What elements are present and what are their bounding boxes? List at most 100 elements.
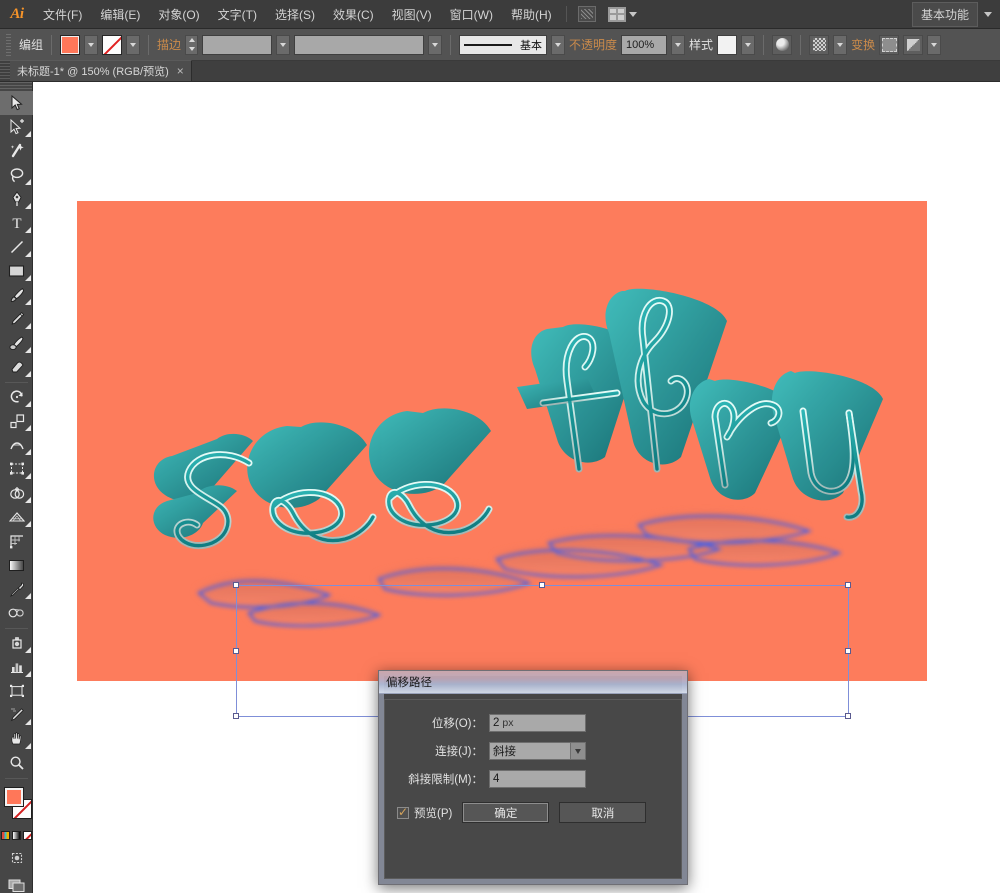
- stroke-profile-field[interactable]: [294, 34, 425, 55]
- fill-color-swatch[interactable]: [60, 34, 81, 55]
- mask-chevron-down-icon[interactable]: [833, 34, 848, 55]
- menu-help[interactable]: 帮助(H): [502, 0, 561, 29]
- stroke-weight-stepper[interactable]: [185, 34, 199, 55]
- offset-path-dialog[interactable]: 偏移路径 位移(O)： 2 px 连接(J)： 斜接 斜接限制(M)： 4 ✓ …: [378, 670, 688, 885]
- arrange-objects-icon[interactable]: [903, 34, 924, 55]
- transform-label[interactable]: 变换: [851, 36, 875, 53]
- stroke-weight-label[interactable]: 描边: [157, 36, 181, 53]
- menu-select[interactable]: 选择(S): [266, 0, 324, 29]
- selection-handle[interactable]: [233, 713, 239, 719]
- app-logo-icon: Ai: [10, 5, 24, 22]
- color-icon[interactable]: [0, 831, 10, 840]
- gradient-tool[interactable]: [0, 553, 33, 577]
- bridge-icon[interactable]: [577, 6, 596, 22]
- opacity-label[interactable]: 不透明度: [569, 36, 617, 53]
- rectangle-tool[interactable]: [0, 259, 33, 283]
- eyedropper-tool[interactable]: [0, 577, 33, 601]
- drawing-mode-button[interactable]: [0, 846, 33, 870]
- slice-tool[interactable]: [0, 703, 33, 727]
- style-chevron-down-icon[interactable]: [741, 34, 756, 55]
- paintbrush-tool[interactable]: [0, 283, 33, 307]
- artboard-tool[interactable]: [0, 679, 33, 703]
- arrange-chevron-down-icon[interactable]: [927, 34, 942, 55]
- type-tool[interactable]: T: [0, 211, 33, 235]
- magic-wand-tool[interactable]: [0, 139, 33, 163]
- tool-flyout-icon: [25, 179, 31, 185]
- brush-label: 基本: [520, 39, 543, 52]
- joins-select[interactable]: 斜接: [489, 742, 586, 760]
- width-tool[interactable]: [0, 433, 33, 457]
- chevron-down-icon[interactable]: [570, 743, 585, 759]
- workspace-switcher[interactable]: 基本功能: [911, 0, 992, 29]
- dialog-title-bar[interactable]: 偏移路径: [379, 671, 687, 694]
- graphic-style-swatch[interactable]: [717, 34, 738, 55]
- mesh-tool[interactable]: [0, 529, 33, 553]
- preview-checkbox[interactable]: [397, 805, 409, 819]
- selection-handle[interactable]: [845, 713, 851, 719]
- opacity-field[interactable]: 100%: [621, 34, 668, 55]
- control-bar-grip[interactable]: [6, 33, 11, 56]
- gradient-icon[interactable]: [11, 831, 21, 840]
- align-icon[interactable]: [879, 34, 900, 55]
- pencil-tool[interactable]: [0, 307, 33, 331]
- menu-window[interactable]: 窗口(W): [441, 0, 502, 29]
- perspective-grid-tool[interactable]: [0, 505, 33, 529]
- opacity-mask-icon[interactable]: [809, 34, 830, 55]
- recolor-artwork-icon[interactable]: [772, 34, 793, 55]
- chevron-down-icon: [628, 11, 637, 17]
- rotate-tool[interactable]: [0, 385, 33, 409]
- tab-bar-grip[interactable]: [0, 60, 10, 81]
- hand-tool[interactable]: [0, 727, 33, 751]
- tools-panel-grip[interactable]: [0, 82, 32, 91]
- document-tab[interactable]: 未标题-1* @ 150% (RGB/预览) ×: [10, 60, 192, 81]
- blend-tool[interactable]: [0, 601, 33, 625]
- fill-stroke-swatches[interactable]: [0, 785, 33, 827]
- screen-mode-button[interactable]: [0, 874, 33, 893]
- stroke-color-swatch[interactable]: [102, 34, 123, 55]
- fill-dropdown-chevron-icon[interactable]: [84, 34, 99, 55]
- menu-effect[interactable]: 效果(C): [324, 0, 383, 29]
- pen-tool[interactable]: [0, 187, 33, 211]
- document-tab-label: 未标题-1* @ 150% (RGB/预览): [17, 66, 169, 78]
- shape-builder-tool[interactable]: [0, 481, 33, 505]
- cancel-button[interactable]: 取消: [559, 802, 647, 823]
- offset-field[interactable]: 2 px: [489, 714, 586, 732]
- eraser-tool[interactable]: [0, 355, 33, 379]
- none-icon[interactable]: [22, 831, 32, 840]
- line-segment-tool[interactable]: [0, 235, 33, 259]
- style-label: 样式: [689, 38, 714, 52]
- menu-view[interactable]: 视图(V): [383, 0, 441, 29]
- free-transform-tool[interactable]: [0, 457, 33, 481]
- blob-brush-tool[interactable]: [0, 331, 33, 355]
- column-graph-tool[interactable]: [0, 655, 33, 679]
- brush-definition-select[interactable]: 基本: [459, 34, 548, 55]
- dialog-footer: 预览(P) 确定 取消: [397, 802, 669, 823]
- ok-button[interactable]: 确定: [462, 802, 550, 823]
- stroke-weight-chevron-down-icon[interactable]: [276, 34, 291, 55]
- selection-tool[interactable]: [0, 91, 33, 115]
- miter-limit-field[interactable]: 4: [489, 770, 586, 788]
- fill-swatch[interactable]: [4, 787, 24, 807]
- arrange-documents-button[interactable]: [607, 6, 637, 22]
- tool-flyout-icon: [25, 647, 31, 653]
- menu-file[interactable]: 文件(F): [34, 0, 91, 29]
- direct-selection-tool[interactable]: [0, 115, 33, 139]
- tool-flyout-icon: [25, 347, 31, 353]
- stroke-profile-chevron-down-icon[interactable]: [428, 34, 443, 55]
- opacity-chevron-down-icon[interactable]: [671, 34, 686, 55]
- scale-tool[interactable]: [0, 409, 33, 433]
- close-icon[interactable]: ×: [177, 65, 184, 77]
- lasso-tool[interactable]: [0, 163, 33, 187]
- stroke-weight-field[interactable]: [202, 34, 273, 55]
- menu-type[interactable]: 文字(T): [209, 0, 266, 29]
- menu-edit[interactable]: 编辑(E): [91, 0, 149, 29]
- menu-object[interactable]: 对象(O): [149, 0, 208, 29]
- stroke-dropdown-chevron-icon[interactable]: [126, 34, 141, 55]
- tool-flyout-icon: [25, 275, 31, 281]
- symbol-sprayer-tool[interactable]: [0, 631, 33, 655]
- zoom-tool[interactable]: [0, 751, 33, 775]
- preview-checkbox-wrap[interactable]: 预览(P): [397, 805, 452, 821]
- artboard[interactable]: [77, 201, 927, 719]
- tool-flyout-icon: [25, 593, 31, 599]
- brush-chevron-down-icon[interactable]: [551, 34, 566, 55]
